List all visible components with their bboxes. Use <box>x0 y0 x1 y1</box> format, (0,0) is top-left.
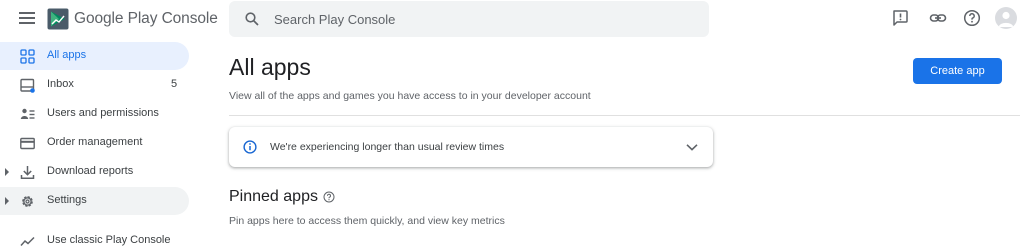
brand-google-play: Google Play <box>74 10 158 27</box>
page-subtitle: View all of the apps and games you have … <box>229 90 591 102</box>
sidebar-nav: All apps Inbox 5 Users and permissions O… <box>0 42 190 251</box>
inbox-icon <box>20 78 35 93</box>
credit-card-icon <box>20 137 35 150</box>
sidebar-item-inbox[interactable]: Inbox 5 <box>0 71 189 99</box>
link-icon[interactable] <box>929 9 947 27</box>
feedback-icon[interactable] <box>891 9 909 27</box>
header-divider <box>229 115 1020 116</box>
sidebar-item-label: Inbox <box>47 78 74 90</box>
notice-text: We're experiencing longer than usual rev… <box>270 141 505 153</box>
page-title: All apps <box>229 54 311 80</box>
pinned-apps-heading: Pinned apps <box>229 188 335 206</box>
sidebar-item-label: Users and permissions <box>47 107 159 119</box>
search-input[interactable] <box>274 10 674 28</box>
sidebar-item-label: Use classic Play Console <box>47 234 171 246</box>
create-app-button[interactable]: Create app <box>913 58 1002 84</box>
google-play-console-logo[interactable]: Google Play Console <box>47 6 218 32</box>
play-console-logo-icon <box>47 8 69 30</box>
download-icon <box>20 166 35 179</box>
expand-caret-icon[interactable] <box>5 168 9 176</box>
help-icon[interactable] <box>963 9 981 27</box>
review-times-notice[interactable]: We're experiencing longer than usual rev… <box>229 127 713 167</box>
sidebar-item-users-and-permissions[interactable]: Users and permissions <box>0 100 189 128</box>
grid-icon <box>20 49 35 64</box>
account-icon <box>998 11 1014 27</box>
sidebar-item-label: All apps <box>47 49 87 61</box>
sidebar-item-use-classic-play-console[interactable]: Use classic Play Console <box>0 227 189 251</box>
info-icon <box>243 140 257 154</box>
search-bar[interactable] <box>229 1 709 37</box>
brand-name: Google Play Console <box>74 10 218 28</box>
brand-console: Console <box>161 10 218 27</box>
expand-caret-icon[interactable] <box>5 197 9 205</box>
gear-icon <box>22 196 33 207</box>
sidebar-item-settings[interactable]: Settings <box>0 187 189 215</box>
users-permissions-icon <box>20 108 35 119</box>
pinned-apps-title: Pinned apps <box>229 188 318 205</box>
sidebar-item-all-apps[interactable]: All apps <box>0 42 189 70</box>
help-icon[interactable] <box>323 191 335 203</box>
top-app-bar: Google Play Console <box>0 0 1024 38</box>
trend-icon <box>20 236 35 246</box>
search-icon <box>245 12 259 26</box>
inbox-count-badge: 5 <box>171 78 178 90</box>
avatar[interactable] <box>995 7 1017 29</box>
menu-icon[interactable] <box>19 12 35 24</box>
chevron-down-icon[interactable] <box>685 140 699 154</box>
sidebar-item-label: Download reports <box>47 165 134 177</box>
sidebar-item-order-management[interactable]: Order management <box>0 129 189 157</box>
sidebar-item-label: Settings <box>47 194 87 206</box>
sidebar-item-download-reports[interactable]: Download reports <box>0 158 189 186</box>
pinned-apps-subtitle: Pin apps here to access them quickly, an… <box>229 215 505 227</box>
sidebar-item-label: Order management <box>47 136 143 148</box>
